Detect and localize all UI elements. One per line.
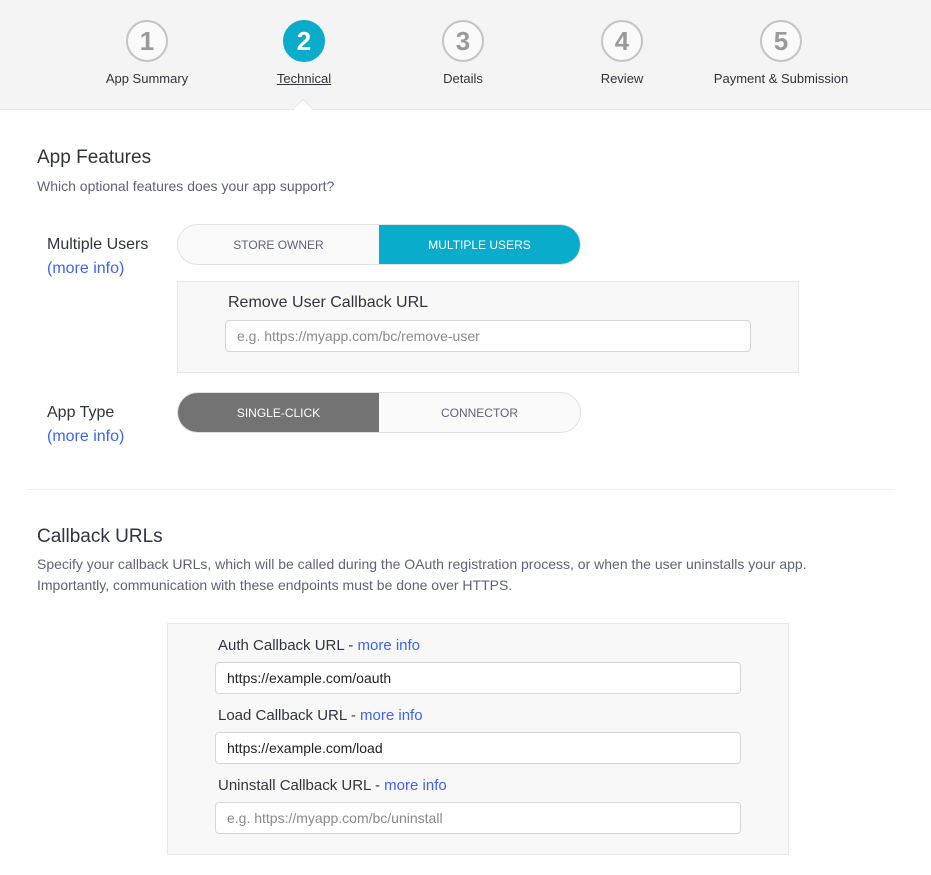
uninstall-callback-more-info-link[interactable]: more info xyxy=(384,777,447,794)
auth-callback-label-text: Auth Callback URL - xyxy=(218,637,358,654)
load-callback-label-text: Load Callback URL - xyxy=(218,707,361,724)
step-review[interactable]: 4 Review xyxy=(532,20,712,86)
callback-urls-title: Callback URLs xyxy=(37,526,163,547)
store-owner-option[interactable]: STORE OWNER xyxy=(178,225,379,264)
wizard-stepper: 1 App Summary 2 Technical 3 Details 4 Re… xyxy=(0,0,931,110)
step-label: Details xyxy=(443,71,483,86)
app-type-label: App Type xyxy=(47,404,115,421)
remove-user-callback-input[interactable] xyxy=(225,320,751,352)
remove-user-callback-label: Remove User Callback URL xyxy=(228,294,429,311)
app-type-toggle: SINGLE-CLICK CONNECTOR xyxy=(177,392,581,433)
multiple-users-toggle: STORE OWNER MULTIPLE USERS xyxy=(177,224,581,265)
section-divider xyxy=(27,489,894,490)
step-number: 3 xyxy=(442,20,484,62)
step-number: 2 xyxy=(283,20,325,62)
multiple-users-label: Multiple Users xyxy=(47,236,149,253)
step-number: 4 xyxy=(601,20,643,62)
step-label: Review xyxy=(600,71,644,86)
multiple-users-option[interactable]: MULTIPLE USERS xyxy=(379,225,580,264)
step-number: 5 xyxy=(760,20,802,62)
auth-callback-more-info-link[interactable]: more info xyxy=(358,637,421,654)
uninstall-callback-label-text: Uninstall Callback URL - xyxy=(218,777,385,794)
step-app-summary[interactable]: 1 App Summary xyxy=(57,20,237,86)
app-features-description: Which optional features does your app su… xyxy=(37,178,335,194)
step-details[interactable]: 3 Details xyxy=(373,20,553,86)
multiple-users-more-info-link[interactable]: (more info) xyxy=(47,260,124,278)
uninstall-callback-input[interactable] xyxy=(215,802,741,834)
step-number: 1 xyxy=(126,20,168,62)
app-features-title: App Features xyxy=(37,147,152,168)
single-click-option[interactable]: SINGLE-CLICK xyxy=(178,393,379,432)
load-callback-label: Load Callback URL - more info xyxy=(218,707,423,724)
connector-option[interactable]: CONNECTOR xyxy=(379,393,580,432)
step-label: App Summary xyxy=(105,71,189,86)
load-callback-input[interactable] xyxy=(215,732,741,764)
load-callback-more-info-link[interactable]: more info xyxy=(360,707,423,724)
step-payment-submission[interactable]: 5 Payment & Submission xyxy=(691,20,871,86)
step-label: Payment & Submission xyxy=(713,71,849,86)
step-label: Technical xyxy=(276,71,332,86)
step-technical[interactable]: 2 Technical xyxy=(214,20,394,86)
callback-urls-description-line2: Importantly, communication with these en… xyxy=(37,577,513,593)
auth-callback-input[interactable] xyxy=(215,662,741,694)
uninstall-callback-label: Uninstall Callback URL - more info xyxy=(218,777,447,794)
callback-urls-description-line1: Specify your callback URLs, which will b… xyxy=(37,556,807,572)
app-type-more-info-link[interactable]: (more info) xyxy=(47,428,124,446)
auth-callback-label: Auth Callback URL - more info xyxy=(218,637,420,654)
